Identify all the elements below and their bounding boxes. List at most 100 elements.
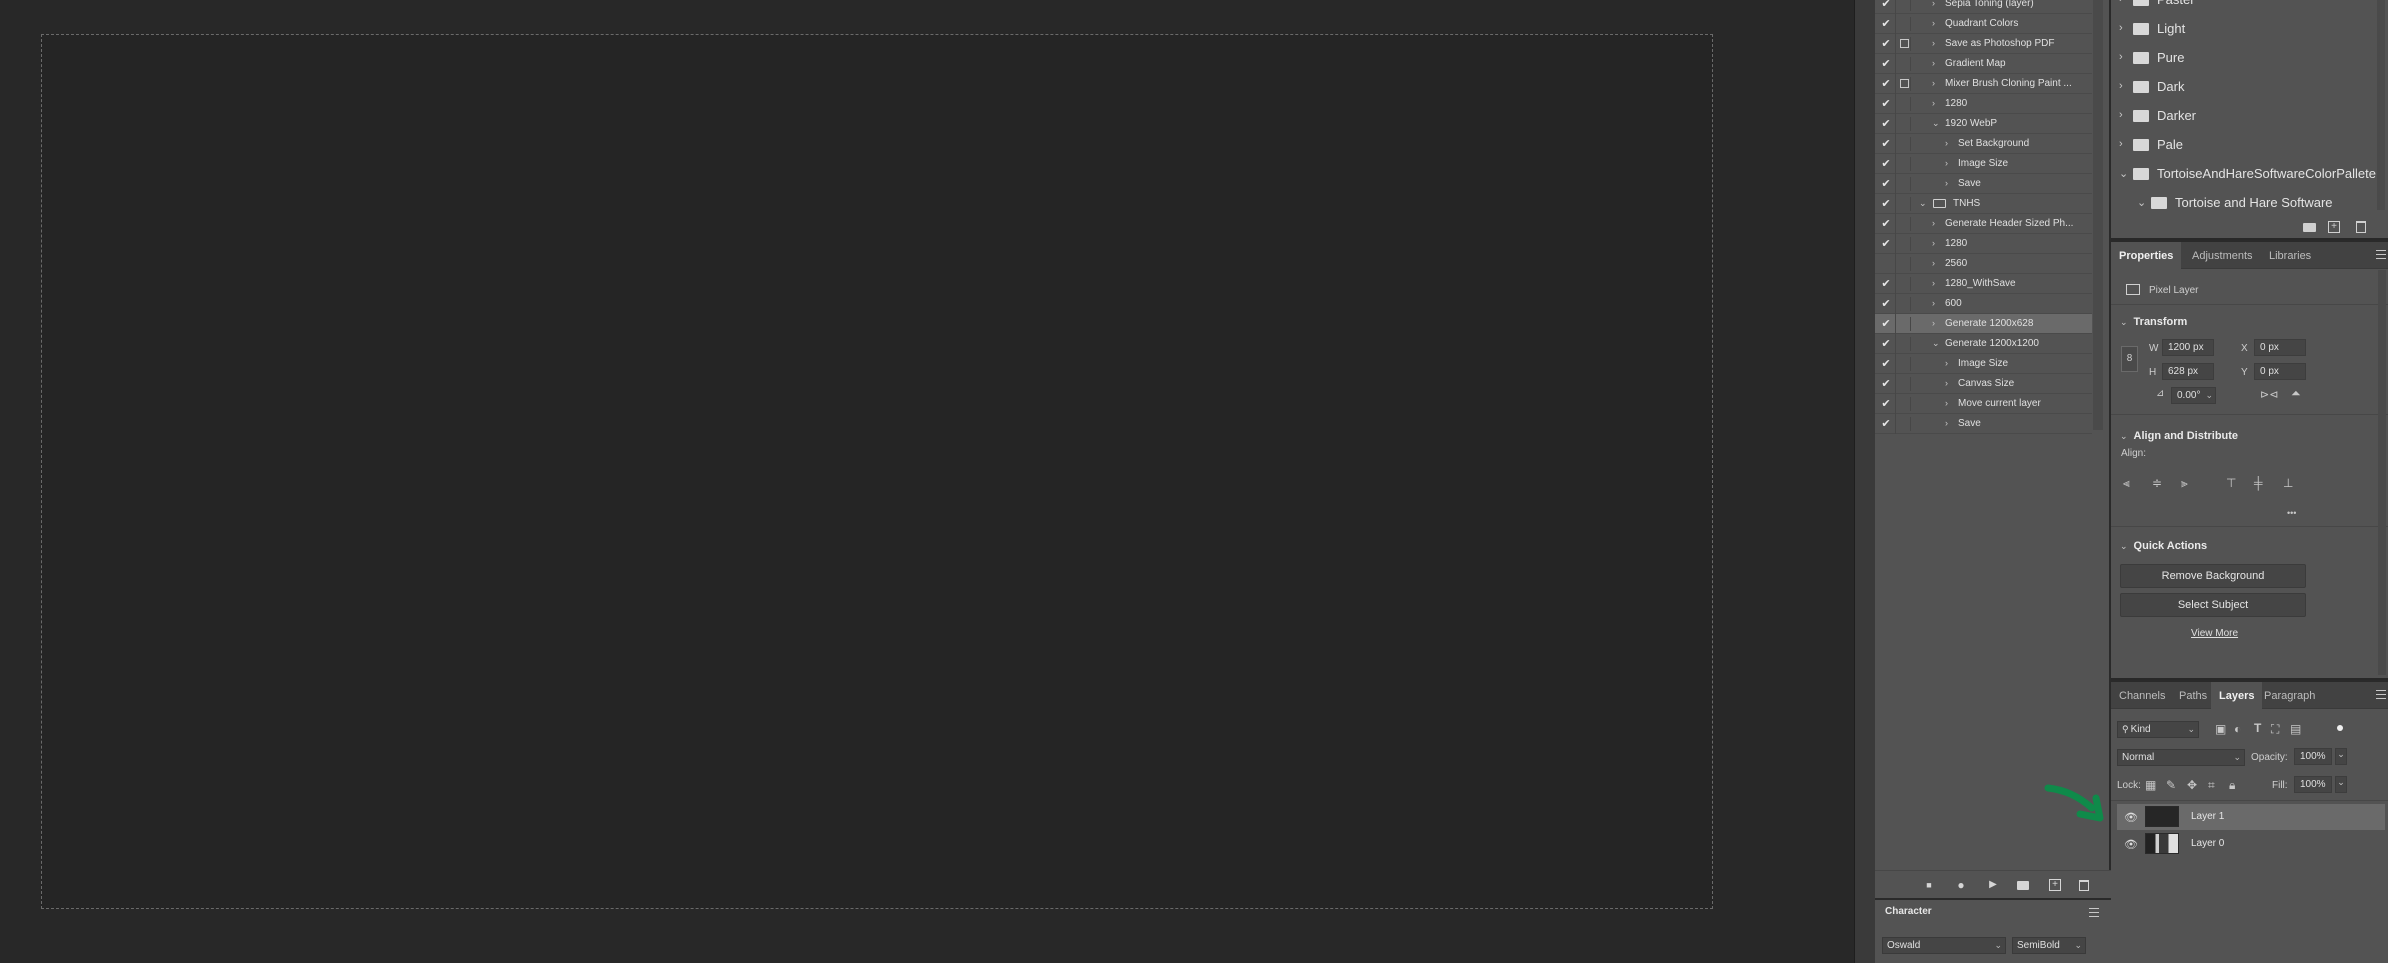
chevron-right-icon[interactable]: › [1932, 218, 1942, 228]
toggle-item-check-icon[interactable]: ✔ [1879, 397, 1893, 411]
chevron-right-icon[interactable]: › [1932, 98, 1942, 108]
chevron-right-icon[interactable]: › [1932, 258, 1942, 268]
action-row[interactable]: ✔ › Move current layer [1875, 394, 2092, 414]
action-row[interactable]: ✔ › 1280 [1875, 94, 2092, 114]
chevron-right-icon[interactable]: › [1932, 78, 1942, 88]
chevron-right-icon[interactable]: › [1932, 0, 1942, 8]
transform-section-header[interactable]: ⌄ Transform [2120, 316, 2187, 328]
flip-vertical-icon[interactable]: ⏶ [2291, 386, 2301, 401]
lock-all-icon[interactable]: 🔒︎ [2229, 778, 2235, 793]
align-left-edges-icon[interactable]: ⫷ [2123, 476, 2130, 491]
tab-paragraph[interactable]: Paragraph [2256, 682, 2323, 709]
toggle-item-check-icon[interactable]: ✔ [1879, 97, 1893, 111]
align-top-edges-icon[interactable]: ⊤ [2226, 476, 2236, 490]
opacity-field[interactable]: 100% [2294, 748, 2332, 765]
action-row[interactable]: ✔ › 1280 [1875, 234, 2092, 254]
blend-mode-select[interactable]: Normal ⌄ [2117, 749, 2245, 766]
tab-properties[interactable]: Properties [2111, 242, 2182, 269]
layer-row[interactable]: 👁︎ Layer 1 [2117, 804, 2385, 830]
action-row[interactable]: ✔ › Image Size [1875, 354, 2092, 374]
tab-libraries[interactable]: Libraries [2261, 242, 2319, 269]
record-button[interactable]: ● [1953, 877, 1969, 893]
filter-pixel-layers-icon[interactable]: ▣ [2215, 722, 2226, 736]
action-row[interactable]: ✔ › Save [1875, 174, 2092, 194]
action-row[interactable]: ✔ ⌄ Generate 1200x1200 [1875, 334, 2092, 354]
x-position-field[interactable]: 0 px [2254, 339, 2306, 356]
filter-shape-layers-icon[interactable]: ⛶ [2271, 722, 2279, 737]
chevron-right-icon[interactable]: › [1945, 138, 1955, 148]
toggle-dialog-icon[interactable] [1897, 277, 1911, 291]
toggle-dialog-icon[interactable] [1897, 337, 1911, 351]
chevron-down-icon[interactable]: ⌄ [1932, 338, 1942, 349]
toggle-item-check-icon[interactable]: ✔ [1879, 417, 1893, 431]
filter-toggle-icon[interactable] [2337, 725, 2343, 731]
toggle-dialog-icon[interactable] [1897, 397, 1911, 411]
chevron-right-icon[interactable]: › [1932, 38, 1942, 48]
new-action-button[interactable]: + [2047, 877, 2063, 893]
toggle-item-check-icon[interactable]: ✔ [1879, 197, 1893, 211]
chevron-right-icon[interactable]: › [2119, 0, 2123, 5]
toggle-dialog-icon[interactable] [1897, 0, 1911, 11]
stop-recording-button[interactable]: ■ [1921, 877, 1937, 893]
toggle-item-check-icon[interactable]: ✔ [1879, 317, 1893, 331]
height-field[interactable]: 628 px [2162, 363, 2214, 380]
toggle-dialog-icon[interactable] [1897, 237, 1911, 251]
swatch-group-row[interactable]: › Darker [2111, 102, 2376, 130]
action-row[interactable]: ✔ › Gradient Map [1875, 54, 2092, 74]
new-set-folder-icon[interactable] [2015, 877, 2031, 893]
swatch-group-row[interactable]: › Pastel [2111, 0, 2376, 14]
select-subject-button[interactable]: Select Subject [2120, 593, 2306, 617]
action-row[interactable]: ✔ ⌄ 1920 WebP [1875, 114, 2092, 134]
toggle-dialog-icon[interactable] [1897, 117, 1911, 131]
panel-menu-icon[interactable] [2376, 690, 2386, 699]
toggle-dialog-icon[interactable] [1897, 137, 1911, 151]
toggle-dialog-icon[interactable] [1897, 77, 1911, 91]
delete-action-trash-icon[interactable] [2076, 877, 2092, 893]
chevron-right-icon[interactable]: › [1945, 398, 1955, 408]
toggle-dialog-icon[interactable] [1897, 157, 1911, 171]
toggle-item-check-icon[interactable]: ✔ [1879, 337, 1893, 351]
document-canvas[interactable] [41, 34, 1713, 909]
lock-transparent-pixels-icon[interactable]: ▦ [2145, 778, 2156, 792]
more-options-icon[interactable]: ••• [2287, 508, 2296, 518]
filter-smart-objects-icon[interactable]: ▤ [2290, 722, 2301, 736]
toggle-dialog-icon[interactable] [1897, 57, 1911, 71]
lock-image-pixels-icon[interactable]: ✎ [2166, 778, 2176, 792]
chevron-right-icon[interactable]: › [1945, 178, 1955, 188]
toggle-dialog-icon[interactable] [1897, 357, 1911, 371]
toggle-item-check-icon[interactable]: ✔ [1879, 237, 1893, 251]
chevron-down-icon[interactable]: ⌄ [1932, 118, 1942, 129]
layer-row[interactable]: 👁︎ Layer 0 [2117, 831, 2385, 857]
toggle-item-check-icon[interactable]: ✔ [1879, 297, 1893, 311]
y-position-field[interactable]: 0 px [2254, 363, 2306, 380]
delete-swatch-trash-icon[interactable] [2356, 221, 2366, 233]
properties-scrollbar[interactable] [2378, 270, 2386, 675]
chevron-right-icon[interactable]: › [1945, 358, 1955, 368]
chevron-right-icon[interactable]: › [1932, 318, 1942, 328]
toggle-item-check-icon[interactable]: ✔ [1879, 77, 1893, 91]
chevron-right-icon[interactable]: › [1945, 158, 1955, 168]
remove-background-button[interactable]: Remove Background [2120, 564, 2306, 588]
document-canvas-area[interactable] [0, 0, 1854, 963]
swatch-group-row[interactable]: ⌄ TortoiseAndHareSoftwareColorPallete [2111, 160, 2376, 188]
toggle-dialog-icon[interactable] [1897, 297, 1911, 311]
font-style-select[interactable]: SemiBold ⌄ [2012, 937, 2086, 954]
prevent-autonest-icon[interactable]: ⌗ [2208, 778, 2215, 793]
toggle-item-check-icon[interactable] [1879, 257, 1893, 271]
toggle-dialog-icon[interactable] [1897, 417, 1911, 431]
action-row[interactable]: ✔ › Sepia Toning (layer) [1875, 0, 2092, 14]
link-dimensions-icon[interactable]: 8 [2121, 346, 2138, 372]
chevron-right-icon[interactable]: › [1932, 238, 1942, 248]
play-button[interactable]: ▶ [1985, 877, 2001, 893]
eye-visibility-icon[interactable]: 👁︎ [2124, 811, 2138, 824]
toggle-dialog-icon[interactable] [1897, 17, 1911, 31]
action-row[interactable]: ✔ › 1280_WithSave [1875, 274, 2092, 294]
quick-actions-section-header[interactable]: ⌄ Quick Actions [2120, 540, 2207, 552]
chevron-down-icon[interactable]: ⌄ [2119, 167, 2128, 180]
chevron-right-icon[interactable]: › [1932, 298, 1942, 308]
toggle-item-check-icon[interactable]: ✔ [1879, 137, 1893, 151]
chevron-right-icon[interactable]: › [1945, 378, 1955, 388]
swatch-group-row[interactable]: › Light [2111, 15, 2376, 43]
swatch-group-row[interactable]: ⌄ Tortoise and Hare Software [2111, 189, 2376, 217]
action-row[interactable]: ✔ › Canvas Size [1875, 374, 2092, 394]
